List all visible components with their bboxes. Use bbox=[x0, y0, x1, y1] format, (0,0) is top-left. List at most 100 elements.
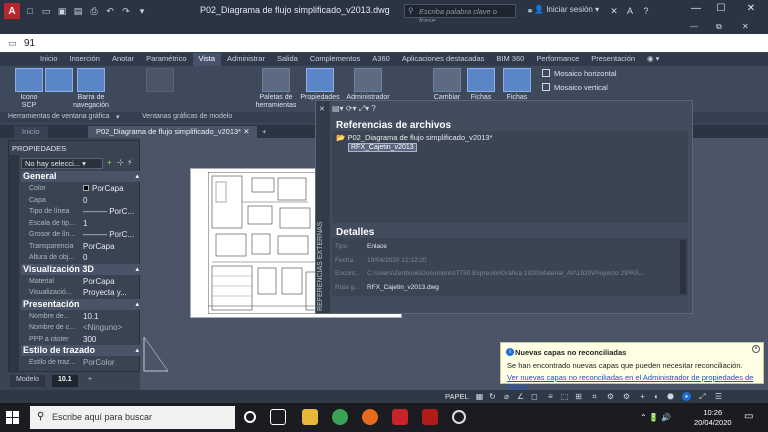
property-row[interactable]: Transparencia PorCapa bbox=[21, 241, 143, 252]
command-value[interactable]: 91 bbox=[24, 38, 35, 49]
maximize-icon[interactable]: ☐ bbox=[710, 3, 732, 19]
property-row[interactable]: Capa 0 bbox=[21, 195, 143, 206]
ribbon-tab-salida[interactable]: Salida bbox=[271, 53, 304, 66]
help-icon[interactable]: ? bbox=[640, 5, 652, 17]
layout-tabs-button[interactable]: Fichas bbox=[502, 68, 532, 102]
taskbar-search-input[interactable]: ⚲ Escribe aquí para buscar bbox=[30, 406, 235, 429]
change-path-icon[interactable]: ⤢▾ bbox=[359, 104, 369, 113]
property-row[interactable]: Escala de tip... 1 bbox=[21, 218, 143, 229]
collapse-icon[interactable]: ▴ bbox=[135, 171, 139, 182]
section-header[interactable]: Estilo de trazado ▴ bbox=[21, 345, 143, 356]
select-objects-icon[interactable]: ⊹ bbox=[117, 158, 124, 167]
ribbon-tab-bim-360[interactable]: BIM 360 bbox=[490, 53, 530, 66]
inner-restore-icon[interactable]: ⧉ bbox=[716, 22, 722, 32]
refresh-icon[interactable]: ⟳▾ bbox=[346, 104, 357, 113]
command-line[interactable]: ▭ 91 bbox=[0, 34, 768, 52]
autocad-taskbar-icon[interactable] bbox=[392, 409, 408, 425]
property-row[interactable]: Material PorCapa bbox=[21, 276, 143, 287]
navigation-bar-button[interactable]: Barra de navegación bbox=[70, 68, 112, 110]
ribbon-tab-a360[interactable]: A360 bbox=[366, 53, 396, 66]
switch-windows-button[interactable]: Cambiar bbox=[430, 68, 464, 102]
taskbar-clock[interactable]: 10:26 20/04/2020 bbox=[694, 408, 732, 428]
search-input[interactable]: ⚲ Escriba palabra clave o frase bbox=[404, 4, 516, 25]
property-row[interactable]: Grosor de lín... ——— PorC... bbox=[21, 229, 143, 240]
property-row[interactable]: Estilo de traz... PorColor bbox=[21, 357, 143, 368]
details-panel[interactable]: Tipo Enlace Fecha 19/04/2020 12:12:20 Encont… bbox=[332, 238, 688, 296]
tree-child-item[interactable]: RFX_Cajetin_v2013 bbox=[348, 143, 417, 152]
minimize-icon[interactable]: — bbox=[685, 3, 707, 19]
add-icon[interactable]: + bbox=[638, 392, 647, 401]
viewport-config-button[interactable] bbox=[145, 68, 175, 94]
file-tabs-button[interactable]: Fichas bbox=[466, 68, 496, 102]
tab-model[interactable]: Modelo bbox=[10, 375, 45, 387]
ribbon-options-icon[interactable]: ◉ ▾ bbox=[641, 53, 665, 66]
isolate-objects-icon[interactable]: ◐ bbox=[652, 392, 661, 401]
undo-icon[interactable]: ↶ bbox=[104, 5, 116, 17]
object-snap-tracking-icon[interactable]: ∠ bbox=[516, 392, 525, 401]
properties-button[interactable]: Propiedades bbox=[299, 68, 341, 102]
ribbon-tab-inserción[interactable]: Inserción bbox=[64, 53, 106, 66]
notification-balloon[interactable]: i Nuevas capas no reconciliadas × Se han… bbox=[500, 342, 764, 391]
new-file-icon[interactable]: □ bbox=[24, 5, 36, 17]
clean-screen-icon[interactable]: ⤢ bbox=[698, 392, 707, 401]
attach-dwg-icon[interactable]: ▤▾ bbox=[332, 104, 344, 113]
annotation-scale-icon[interactable]: ⌗ bbox=[590, 392, 599, 401]
file-explorer-icon[interactable] bbox=[302, 409, 318, 425]
tile-vertical-button[interactable]: Mosaico vertical bbox=[542, 83, 608, 92]
quick-select-icon[interactable]: ⚡ bbox=[127, 158, 133, 167]
acrobat-icon[interactable] bbox=[422, 409, 438, 425]
print-icon[interactable]: ⎙ bbox=[88, 5, 100, 17]
ribbon-tab-performance[interactable]: Performance bbox=[530, 53, 585, 66]
collapse-icon[interactable]: ▴ bbox=[135, 264, 139, 275]
tool-palettes-button[interactable]: Paletas de herramientas bbox=[254, 68, 298, 110]
ribbon-tab-paramétrico[interactable]: Paramétrico bbox=[140, 53, 192, 66]
exchange-icon[interactable]: ✕ bbox=[608, 5, 620, 17]
chrome-icon[interactable] bbox=[332, 409, 348, 425]
inner-close-icon[interactable]: ✕ bbox=[742, 22, 749, 31]
close-icon[interactable]: ✕ bbox=[740, 3, 762, 19]
tree-root-item[interactable]: 📂 P02_Diagrama de flujo simplificado_v20… bbox=[336, 133, 493, 142]
transparency-icon[interactable]: ⬚ bbox=[560, 392, 569, 401]
section-header[interactable]: Visualización 3D ▴ bbox=[21, 263, 143, 275]
selection-cycling-icon[interactable]: ⊞ bbox=[574, 392, 583, 401]
notification-link[interactable]: Ver nuevas capas no reconciliadas en el … bbox=[507, 373, 763, 391]
group-dropdown-icon[interactable]: ▾ bbox=[116, 113, 120, 121]
paper-space-toggle[interactable]: PAPEL bbox=[445, 392, 469, 401]
ucs-icon-button[interactable]: Icono SCP bbox=[14, 68, 44, 110]
manager-button[interactable]: Administrador bbox=[343, 68, 393, 102]
app-circle-icon[interactable] bbox=[452, 410, 466, 424]
workspace-icon[interactable]: ⚙ bbox=[606, 392, 615, 401]
gear-icon[interactable]: ⚙ bbox=[622, 392, 631, 401]
open-file-icon[interactable]: ▭ bbox=[40, 5, 52, 17]
firefox-icon[interactable] bbox=[362, 409, 378, 425]
notification-close-icon[interactable]: × bbox=[752, 345, 760, 353]
polar-tracking-icon[interactable]: ↻ bbox=[488, 392, 497, 401]
inner-minimize-icon[interactable]: — bbox=[690, 22, 698, 31]
notification-center-icon[interactable]: • bbox=[682, 392, 691, 401]
collapse-icon[interactable]: ▴ bbox=[135, 345, 139, 356]
a360-icon[interactable]: A bbox=[624, 5, 636, 17]
ribbon-tab-aplicaciones-destacadas[interactable]: Aplicaciones destacadas bbox=[396, 53, 491, 66]
new-tab-icon[interactable]: + bbox=[254, 126, 274, 138]
save-icon[interactable]: ▣ bbox=[56, 5, 68, 17]
save-as-icon[interactable]: ▤ bbox=[72, 5, 84, 17]
property-row[interactable]: PPP a ráster 300 bbox=[21, 334, 143, 345]
isodraft-icon[interactable]: ⌀ bbox=[502, 392, 511, 401]
property-row[interactable]: Altura de obj... 0 bbox=[21, 252, 143, 263]
section-header[interactable]: General ▴ bbox=[21, 171, 143, 182]
lineweight-icon[interactable]: ≡ bbox=[546, 392, 555, 401]
redo-icon[interactable]: ↷ bbox=[120, 5, 132, 17]
quick-access-dropdown-icon[interactable]: ▾ bbox=[136, 5, 148, 17]
help-icon[interactable]: ? bbox=[371, 104, 375, 113]
hardware-acceleration-icon[interactable]: ⬣ bbox=[666, 392, 675, 401]
properties-palette[interactable]: PROPIEDADES No hay selecci... ▾ + ⊹ ⚡ Ge… bbox=[8, 140, 143, 372]
tab-start[interactable]: Inicio bbox=[14, 126, 48, 138]
property-row[interactable]: Tipo de línea ——— PorC... bbox=[21, 206, 143, 217]
ribbon-tab-inicio[interactable]: Inicio bbox=[34, 53, 64, 66]
tab-layout-10-1[interactable]: 10.1 bbox=[52, 375, 78, 387]
property-row[interactable]: Nombre de c... <Ninguno> bbox=[21, 322, 143, 333]
tab-close-icon[interactable]: ✕ bbox=[243, 127, 249, 136]
xref-side-strip[interactable]: ✕ REFERENCIAS EXTERNAS bbox=[316, 101, 330, 313]
signin-button[interactable]: 👤 Iniciar sesión ▾ bbox=[534, 5, 599, 14]
ribbon-tab-presentación[interactable]: Presentación bbox=[585, 53, 641, 66]
